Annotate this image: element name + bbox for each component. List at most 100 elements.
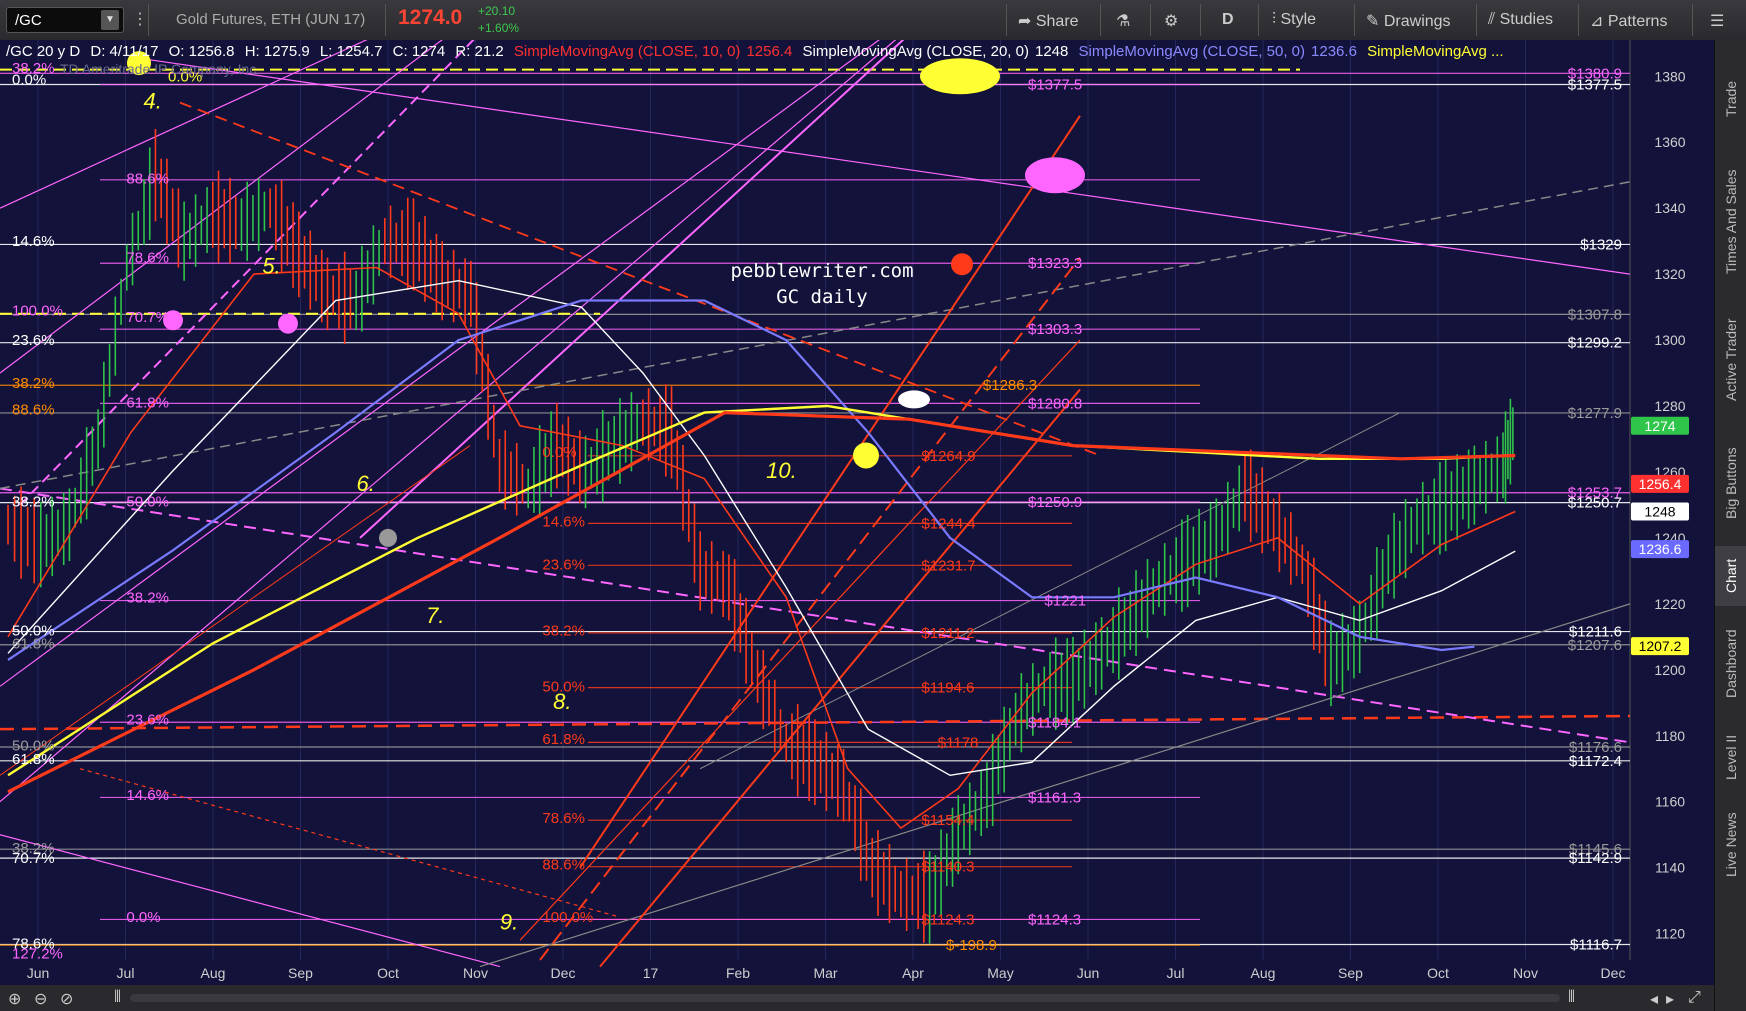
fib-percent-label: 61.8% — [542, 731, 585, 748]
share-button[interactable]: ➦ Share — [1018, 11, 1079, 31]
chevron-down-icon[interactable]: ▼ — [101, 10, 119, 30]
drawings-label: Drawings — [1383, 13, 1451, 30]
y-tick-label: 1380 — [1654, 68, 1685, 84]
fib-price-label: $1124.3 — [921, 911, 974, 928]
fib-percent-label: 0.0% — [12, 72, 46, 89]
fib-percent-label: 100.0% — [12, 302, 63, 319]
header-high: H: 1275.9 — [244, 43, 310, 60]
header-low: L: 1254.7 — [319, 43, 383, 60]
patterns-button[interactable]: ⊿ Patterns — [1590, 11, 1667, 31]
rail-trade[interactable]: Trade — [1715, 54, 1746, 144]
price-chart[interactable]: $1380.9$1377.5$1329$1307.8$1299.2$1277.9… — [0, 40, 1714, 985]
circle-marker — [920, 58, 1000, 95]
fib-price-label: $1348.6 — [1028, 172, 1082, 189]
zoom-reset-icon[interactable]: ⊘ — [60, 989, 73, 1009]
x-tick-label: Nov — [1513, 965, 1538, 981]
wave-count-label: 5. — [262, 254, 280, 279]
divider — [1692, 4, 1693, 36]
fib-percent-label: 127.2% — [12, 945, 63, 962]
x-tick-label: Feb — [726, 965, 750, 981]
wave-count-label: 7. — [426, 603, 444, 628]
x-tick-label: 17 — [643, 965, 659, 981]
divider — [1578, 4, 1579, 36]
wave-count-label: 8. — [553, 689, 571, 714]
divider — [1354, 4, 1355, 36]
fib-price-label: $1161.3 — [1028, 789, 1081, 806]
flask-icon[interactable]: ⚗ — [1116, 11, 1130, 31]
fib-price-label: $1323.3 — [1028, 255, 1082, 272]
x-tick-label: Nov — [463, 965, 488, 981]
scroll-left-icon[interactable]: ◂ — [1650, 989, 1658, 1009]
studies-button[interactable]: ⫽ Studies — [1488, 11, 1553, 29]
x-tick-label: Aug — [1251, 965, 1276, 981]
header-range: R: 21.2 — [455, 43, 504, 60]
menu-icon[interactable]: ☰ — [1710, 11, 1724, 31]
grip-icon[interactable]: ⦀ — [1568, 989, 1575, 1007]
change-percent: +1.60% — [478, 21, 520, 35]
rail-dashboard[interactable]: Dashboard — [1715, 614, 1746, 714]
fib-percent-label: 23.6% — [542, 556, 585, 573]
header-sma50-value: 1236.6 — [1311, 43, 1357, 60]
studies-label: Studies — [1499, 11, 1553, 28]
rail-times-and-sales[interactable]: Times And Sales — [1715, 152, 1746, 292]
rail-big-buttons[interactable]: Big Buttons — [1715, 428, 1746, 538]
axis-badge-label: 1274 — [1644, 418, 1675, 434]
period-button[interactable]: D — [1222, 11, 1234, 29]
fib-percent-label: 61.8% — [12, 751, 55, 768]
x-tick-label: Sep — [1338, 965, 1363, 981]
scroll-handle-icon[interactable]: ⦀ — [114, 989, 121, 1007]
scroll-right-icon[interactable]: ▸ — [1666, 989, 1674, 1009]
rail-live-news[interactable]: Live News — [1715, 800, 1746, 890]
fib-price-label: $1377.5 — [1028, 77, 1082, 94]
x-tick-label: Aug — [201, 965, 226, 981]
axis-badge-label: 1207.2 — [1639, 638, 1682, 654]
divider — [1150, 4, 1151, 36]
fib-percent-label: 14.6% — [126, 787, 169, 804]
y-tick-label: 1120 — [1655, 926, 1685, 942]
symbol-selector[interactable]: /GC ▼ — [6, 7, 124, 33]
patterns-icon: ⊿ — [1590, 13, 1604, 30]
divider — [1006, 4, 1007, 36]
axis-badge-label: 1248 — [1644, 504, 1675, 520]
fib-price-label: $1303.3 — [1028, 321, 1082, 338]
grip-icon[interactable]: ⋮ — [132, 8, 148, 32]
axis-badge-label: 1236.6 — [1639, 541, 1682, 557]
rail-level-ii[interactable]: Level II — [1715, 722, 1746, 792]
fib-price-label: $1124.3 — [1028, 911, 1081, 928]
horizontal-scrollbar[interactable] — [130, 994, 1560, 1002]
fib-price-label: $1280.8 — [1028, 395, 1082, 412]
chart-subtitle: GC daily — [776, 286, 868, 308]
fib-percent-label: 78.6% — [126, 250, 169, 267]
change-value: +20.10 — [478, 4, 516, 18]
zoom-in-icon[interactable]: ⊕ — [8, 989, 21, 1009]
header-open: O: 1256.8 — [168, 43, 235, 60]
header-symbol: /GC 20 y D — [6, 43, 81, 60]
drawings-button[interactable]: ✎ Drawings — [1366, 11, 1451, 31]
fib-price-label: $1221 — [1044, 593, 1086, 610]
y-tick-label: 1280 — [1654, 398, 1685, 414]
price-level-label: $1299.2 — [1568, 335, 1622, 352]
price-level-label: $1329 — [1580, 236, 1622, 253]
price-level-label: $1142.9 — [1569, 850, 1622, 867]
divider — [1100, 4, 1101, 36]
rail-active-trader[interactable]: Active Trader — [1715, 300, 1746, 420]
fib-percent-label: 88.6% — [542, 856, 585, 873]
gear-icon[interactable]: ⚙ — [1164, 11, 1178, 31]
fib-price-label: $1154.4 — [921, 812, 974, 829]
fib-price-label: $1231.7 — [921, 557, 975, 574]
instrument-description: Gold Futures, ETH (JUN 17) — [176, 11, 366, 28]
x-tick-label: May — [987, 965, 1013, 981]
fib-percent-label: 38.2% — [542, 622, 585, 639]
watermark: TD Ameritrade IP Company, Inc. — [60, 61, 260, 77]
y-tick-label: 1320 — [1654, 266, 1685, 282]
style-button[interactable]: ⫶ Style — [1272, 11, 1316, 29]
rail-chart[interactable]: Chart — [1715, 546, 1746, 606]
fib-price-label: $1140.3 — [921, 859, 974, 876]
expand-icon[interactable]: ⤢ — [1688, 989, 1701, 1007]
header-sma20-value: 1248 — [1034, 43, 1069, 60]
price-level-label: $1307.8 — [1568, 306, 1622, 323]
circle-marker — [951, 253, 973, 276]
fib-percent-label: 38.2% — [12, 375, 55, 392]
zoom-out-icon[interactable]: ⊖ — [34, 989, 47, 1009]
fib-price-label: $-198.9 — [946, 937, 997, 954]
